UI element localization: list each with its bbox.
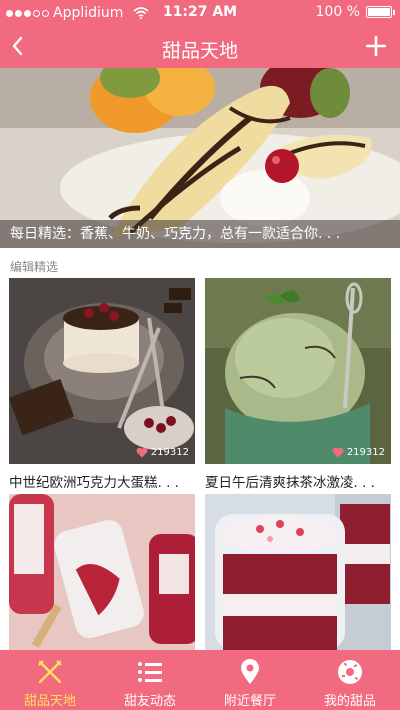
navigation-bar: 甜品天地: [0, 26, 400, 68]
like-count: 219312: [136, 447, 189, 458]
heart-icon: [136, 447, 148, 458]
like-count-value: 219312: [150, 447, 189, 458]
page-title: 甜品天地: [161, 40, 238, 62]
tab-label: 甜友动态: [123, 694, 176, 709]
tab-my-desserts[interactable]: 我的甜品: [300, 650, 400, 710]
recipe-title[interactable]: 中世纪欧洲巧克力大蛋糕. . .: [9, 471, 195, 491]
location-pin-icon: [241, 659, 259, 684]
battery-percent: 100 %: [315, 4, 360, 20]
tab-label: 我的甜品: [323, 694, 376, 709]
recipe-card[interactable]: 219312 夏日午后清爽抹茶冰激凌. . .: [205, 278, 391, 491]
tab-friends-feed[interactable]: 甜友动态: [100, 650, 200, 710]
recipe-thumbnail[interactable]: 219312: [9, 278, 195, 464]
battery-icon: [366, 6, 395, 18]
tab-nearby-restaurants[interactable]: 附近餐厅: [200, 650, 300, 710]
tab-dessert-world[interactable]: 甜品天地: [0, 650, 100, 710]
list-icon: [138, 662, 162, 682]
tab-label: 甜品天地: [23, 694, 76, 709]
recipe-title[interactable]: 夏日午后清爽抹茶冰激凌. . .: [205, 471, 391, 491]
hero-caption: 每日精选：香蕉、牛奶、巧克力，总有一款适合你. . .: [0, 220, 400, 248]
hero-banner[interactable]: 每日精选：香蕉、牛奶、巧克力，总有一款适合你. . .: [0, 68, 400, 248]
status-bar: Applidium 11:27 AM 100 %: [0, 0, 400, 26]
tab-bar: 甜品天地 甜友动态 附近餐厅 我的甜品: [0, 650, 400, 710]
fork-knife-icon: [38, 660, 62, 684]
recipe-thumbnail[interactable]: 219312: [205, 278, 391, 464]
tab-label: 附近餐厅: [223, 694, 276, 709]
plus-icon[interactable]: [366, 36, 386, 56]
recipe-thumbnail[interactable]: [9, 494, 195, 650]
recipe-card[interactable]: [205, 494, 391, 650]
like-count: 219312: [332, 447, 385, 458]
recipe-thumbnail[interactable]: [205, 494, 391, 650]
recipe-card[interactable]: [9, 494, 195, 650]
section-label: 编辑精选: [10, 260, 59, 274]
heart-icon: [332, 447, 344, 458]
donut-icon: [338, 660, 362, 684]
recipe-card[interactable]: 219312 中世纪欧洲巧克力大蛋糕. . .: [9, 278, 195, 491]
like-count-value: 219312: [346, 447, 385, 458]
status-right: 100 %: [315, 4, 395, 20]
